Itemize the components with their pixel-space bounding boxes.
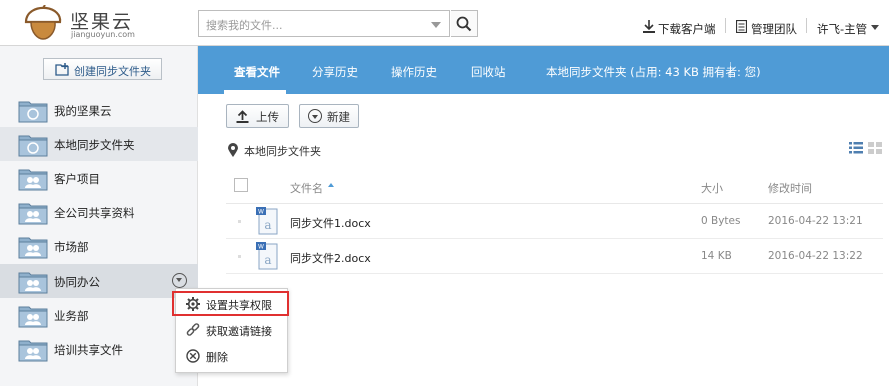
sidebar-item-label: 培训共享文件: [54, 343, 123, 357]
team-manage-icon: [736, 20, 747, 33]
sidebar-item-my-jianguoyun[interactable]: 我的坚果云: [0, 93, 198, 127]
file-mtime: 2016-04-22 13:21: [768, 215, 863, 227]
upload-button[interactable]: 上传: [226, 104, 289, 128]
row-handle: [238, 220, 241, 223]
sync-folder-icon: [18, 101, 48, 123]
file-name[interactable]: 同步文件1.docx: [290, 215, 371, 231]
sidebar-item-label: 客户项目: [54, 172, 100, 186]
sidebar-item-label: 业务部: [54, 309, 89, 323]
manage-team-link[interactable]: 管理团队: [751, 21, 797, 37]
file-mtime: 2016-04-22 13:22: [768, 250, 863, 262]
shared-folder-icon: [18, 272, 48, 294]
word-document-icon: W a: [256, 242, 278, 270]
sidebar-item-marketing[interactable]: 市场部: [0, 229, 198, 263]
divider: [725, 18, 726, 33]
tab-share-history[interactable]: 分享历史: [312, 64, 358, 80]
search-icon: [456, 16, 472, 32]
sidebar-item-client-projects[interactable]: 客户项目: [0, 161, 198, 195]
folder-info: 本地同步文件夹 (占用: 43 KB 拥有者: 您): [546, 65, 761, 79]
svg-text:W: W: [258, 244, 264, 251]
column-header-mtime[interactable]: 修改时间: [768, 180, 812, 196]
shared-folder-icon: [18, 203, 48, 225]
sync-folder-icon: [18, 135, 48, 157]
top-bar: 坚果云 jianguoyun.com 搜索我的文件... 下载客户端 管理团队 …: [0, 0, 889, 46]
grid-view-icon[interactable]: [868, 142, 882, 154]
file-size: 14 KB: [701, 250, 732, 262]
link-icon: [186, 323, 200, 336]
new-label: 新建: [327, 110, 350, 124]
download-client-link[interactable]: 下载客户端: [658, 21, 716, 37]
divider: [806, 18, 807, 33]
sidebar-item-local-sync[interactable]: 本地同步文件夹: [0, 127, 198, 161]
list-view-icon[interactable]: [849, 142, 863, 154]
svg-text:a: a: [264, 218, 271, 232]
active-tab-indicator: [224, 90, 286, 94]
shared-folder-icon: [18, 340, 48, 362]
acorn-logo-icon: [24, 5, 62, 40]
table-row[interactable]: W a 同步文件2.docx 14 KB 2016-04-22 13:22: [226, 239, 883, 274]
tab-view-files[interactable]: 查看文件: [234, 64, 280, 80]
sidebar-item-label: 全公司共享资料: [54, 206, 135, 220]
search-input[interactable]: 搜索我的文件...: [198, 10, 450, 37]
highlight-box: [172, 291, 289, 316]
chevron-down-glyph: [312, 115, 318, 119]
table-row[interactable]: W a 同步文件1.docx 0 Bytes 2016-04-22 13:21: [226, 204, 883, 239]
user-menu[interactable]: 许飞-主管: [817, 21, 867, 37]
location-pin-icon: [228, 143, 238, 157]
chevron-down-icon[interactable]: [871, 25, 879, 30]
file-size: 0 Bytes: [701, 215, 741, 227]
current-path: 本地同步文件夹: [244, 145, 321, 158]
create-sync-folder-label: 创建同步文件夹: [74, 65, 151, 78]
add-folder-icon: [55, 63, 69, 76]
file-name[interactable]: 同步文件2.docx: [290, 250, 371, 266]
tab-operation-history[interactable]: 操作历史: [391, 64, 437, 80]
sidebar-item-label: 我的坚果云: [54, 104, 112, 118]
folder-options-icon[interactable]: [172, 273, 187, 288]
file-table-header: 文件名 大小 修改时间: [226, 170, 883, 204]
column-header-name[interactable]: 文件名: [290, 180, 323, 196]
sidebar-item-business[interactable]: 业务部: [0, 298, 198, 332]
menu-item-delete[interactable]: 删除: [176, 344, 289, 368]
search-button[interactable]: [451, 10, 478, 37]
delete-icon: [186, 349, 200, 363]
word-document-icon: W a: [256, 207, 278, 235]
upload-icon: [236, 110, 249, 123]
select-all-checkbox[interactable]: [234, 178, 248, 192]
upload-label: 上传: [256, 110, 279, 124]
svg-text:a: a: [264, 253, 271, 267]
column-header-size[interactable]: 大小: [701, 180, 723, 196]
sidebar-item-label: 本地同步文件夹: [54, 138, 135, 152]
sort-ascending-icon: [328, 183, 334, 187]
tab-recycle-bin[interactable]: 回收站: [471, 64, 506, 80]
shared-folder-icon: [18, 306, 48, 328]
logo-subtitle: jianguoyun.com: [71, 30, 135, 39]
shared-folder-icon: [18, 169, 48, 191]
tab-bar: 查看文件 分享历史 操作历史 回收站 本地同步文件夹 (占用: 43 KB 拥有…: [198, 46, 889, 94]
sidebar-item-label: 市场部: [54, 240, 89, 254]
sidebar-item-training[interactable]: 培训共享文件: [0, 332, 198, 366]
download-icon: [643, 20, 655, 33]
search-dropdown-icon[interactable]: [431, 22, 441, 28]
create-sync-folder-button[interactable]: 创建同步文件夹: [43, 58, 162, 80]
menu-item-label: 删除: [206, 351, 228, 364]
sidebar: 创建同步文件夹 我的坚果云 本地同步文件夹 客户项目 全公司共享资料 市场部 协…: [0, 46, 198, 386]
sidebar-item-company-shared[interactable]: 全公司共享资料: [0, 195, 198, 229]
svg-text:W: W: [258, 209, 264, 216]
sidebar-item-collaboration[interactable]: 协同办公: [0, 264, 198, 298]
sidebar-item-label: 协同办公: [54, 275, 100, 289]
new-button[interactable]: 新建: [299, 104, 359, 128]
shared-folder-icon: [18, 237, 48, 259]
search-placeholder: 搜索我的文件...: [206, 19, 283, 32]
row-handle: [238, 255, 241, 258]
menu-item-label: 获取邀请链接: [206, 325, 272, 338]
menu-item-get-invite-link[interactable]: 获取邀请链接: [176, 318, 289, 342]
